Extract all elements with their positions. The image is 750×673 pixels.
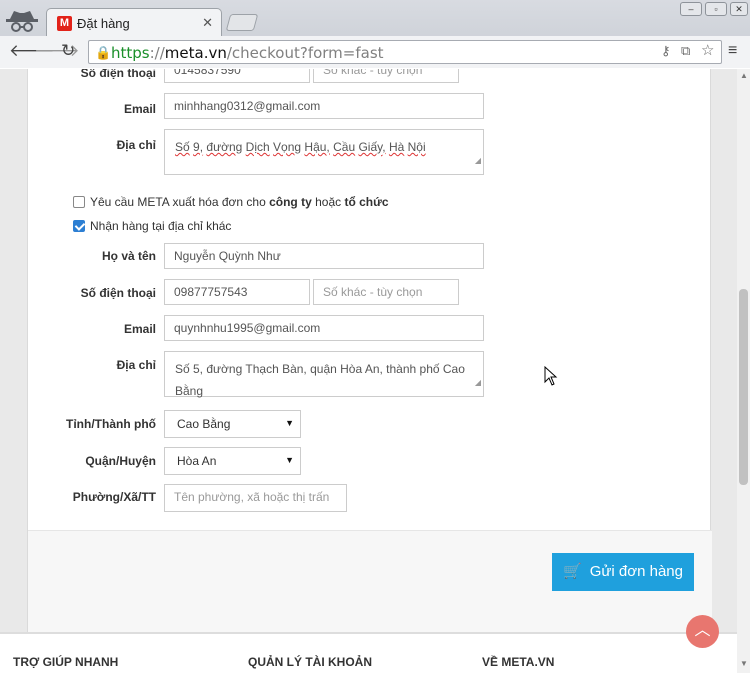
recipient-alt-phone-input[interactable]: Số khác - tùy chọn <box>313 279 459 305</box>
incognito-icon <box>6 11 38 32</box>
footer-about-heading: VỀ META.VN <box>482 655 555 669</box>
maximize-button[interactable]: ▫ <box>705 2 727 16</box>
recipient-email-label: Email <box>123 322 156 336</box>
province-value: Cao Bằng <box>177 417 231 431</box>
menu-icon[interactable]: ≡ <box>728 42 737 60</box>
chevron-up-icon: ︿ <box>694 622 711 639</box>
reload-icon[interactable]: ↻ <box>61 41 75 61</box>
recipient-address-line1: Số 5, đường Thạch Bàn, quận Hòa An, thàn… <box>175 362 465 376</box>
scroll-up-arrow-icon[interactable]: ▲ <box>740 71 748 80</box>
scrollbar-thumb[interactable] <box>739 289 748 485</box>
dropdown-caret-icon: ▼ <box>285 418 294 428</box>
address-word: đường <box>206 140 243 154</box>
footer-help-heading: TRỢ GIÚP NHANH <box>13 655 119 669</box>
address-word: Dịch <box>245 140 270 154</box>
lock-icon: 🔒 <box>95 45 112 60</box>
recipient-address-textarea[interactable]: Số 5, đường Thạch Bàn, quận Hòa An, thàn… <box>164 351 484 398</box>
recipient-address-line2: Bằng <box>175 384 204 398</box>
sender-phone-input[interactable]: 0145837590 <box>164 69 310 83</box>
page-viewport: Số điện thoại 0145837590 Số khác - tùy c… <box>0 69 737 673</box>
sender-phone-label: Số điện thoại <box>80 69 156 80</box>
recipient-name-label: Họ và tên <box>101 249 156 263</box>
browser-tab[interactable]: M Đặt hàng ✕ <box>46 8 222 36</box>
window-close-button[interactable]: ✕ <box>730 2 748 16</box>
recipient-email-input[interactable]: quynhnhu1995@gmail.com <box>164 315 484 341</box>
new-tab-button[interactable] <box>225 14 259 31</box>
footer-account-heading: QUẢN LÝ TÀI KHOẢN <box>248 655 372 669</box>
submit-order-button[interactable]: 🛒 Gửi đơn hàng <box>552 553 694 591</box>
other-address-checkbox[interactable] <box>73 220 85 232</box>
ward-label: Phường/Xã/TT <box>72 490 156 504</box>
sender-alt-phone-input[interactable]: Số khác - tùy chọn <box>313 69 459 83</box>
page-scrollbar[interactable]: ▲ ▼ <box>737 69 750 673</box>
recipient-address-label: Địa chỉ <box>116 358 156 372</box>
mouse-cursor-icon <box>544 366 558 386</box>
resize-handle-icon[interactable]: ◢ <box>475 150 481 172</box>
key-icon[interactable]: ⚷ <box>661 43 671 59</box>
cart-icon: 🛒 <box>563 563 582 580</box>
other-address-checkbox-row[interactable]: Nhận hàng tại địa chỉ khác <box>73 219 231 233</box>
recipient-phone-input[interactable]: 09877757543 <box>164 279 310 305</box>
address-bar[interactable]: 🔒 https://meta.vn/checkout?form=fast ⚷ ⧉… <box>88 40 722 64</box>
district-label: Quận/Huyện <box>85 454 156 468</box>
back-to-top-button[interactable]: ︿ <box>686 615 719 648</box>
star-icon[interactable]: ☆ <box>701 41 714 59</box>
minimize-button[interactable]: ‒ <box>680 2 702 16</box>
meta-favicon-icon: M <box>57 16 72 31</box>
address-word: Giấy, <box>358 140 386 154</box>
province-select[interactable]: Cao Bằng ▼ <box>164 410 301 438</box>
sender-email-input[interactable]: minhhang0312@gmail.com <box>164 93 484 119</box>
province-label: Tỉnh/Thành phố <box>66 417 156 431</box>
sender-email-label: Email <box>123 102 156 116</box>
dropdown-caret-icon: ▼ <box>285 455 294 465</box>
address-word: 9, <box>193 140 204 154</box>
address-word: Số <box>175 140 190 154</box>
address-word: Cầu <box>333 140 356 154</box>
address-word: Vọng <box>273 140 302 154</box>
browser-chrome: M Đặt hàng ✕ ‒ ▫ ✕ 🡐 🡒 ↻ 🔒 https://meta.… <box>0 0 750 68</box>
invoice-checkbox-row[interactable]: Yêu cầu META xuất hóa đơn cho công ty ho… <box>73 195 389 209</box>
address-word: Nội <box>407 140 426 154</box>
tab-close-icon[interactable]: ✕ <box>202 15 213 31</box>
ward-input[interactable]: Tên phường, xã hoặc thị trấn <box>164 484 347 512</box>
recipient-name-input[interactable]: Nguyễn Quỳnh Như <box>164 243 484 269</box>
sender-address-text: Số 9, đường Dịch Vọng Hậu, Cầu Giấy, Hà … <box>175 140 426 154</box>
recipient-phone-label: Số điện thoại <box>80 286 156 300</box>
url-text: https://meta.vn/checkout?form=fast <box>111 44 384 62</box>
sender-address-textarea[interactable]: Số 9, đường Dịch Vọng Hậu, Cầu Giấy, Hà … <box>164 129 484 175</box>
checkout-form: Số điện thoại 0145837590 Số khác - tùy c… <box>27 69 712 673</box>
resize-handle-icon[interactable]: ◢ <box>475 372 481 394</box>
browser-toolbar: 🡐 🡒 ↻ 🔒 https://meta.vn/checkout?form=fa… <box>0 36 750 68</box>
scroll-down-arrow-icon[interactable]: ▼ <box>740 659 748 668</box>
address-word: Hậu, <box>304 140 330 154</box>
translate-icon[interactable]: ⧉ <box>681 43 690 59</box>
district-value: Hòa An <box>177 454 217 468</box>
invoice-checkbox[interactable] <box>73 196 85 208</box>
district-select[interactable]: Hòa An ▼ <box>164 447 301 475</box>
tab-title: Đặt hàng <box>77 16 130 31</box>
site-footer: TRỢ GIÚP NHANH QUẢN LÝ TÀI KHOẢN VỀ META… <box>0 632 737 673</box>
sender-address-label: Địa chỉ <box>116 138 156 152</box>
address-word: Hà <box>388 140 405 154</box>
submit-label: Gửi đơn hàng <box>589 563 683 580</box>
